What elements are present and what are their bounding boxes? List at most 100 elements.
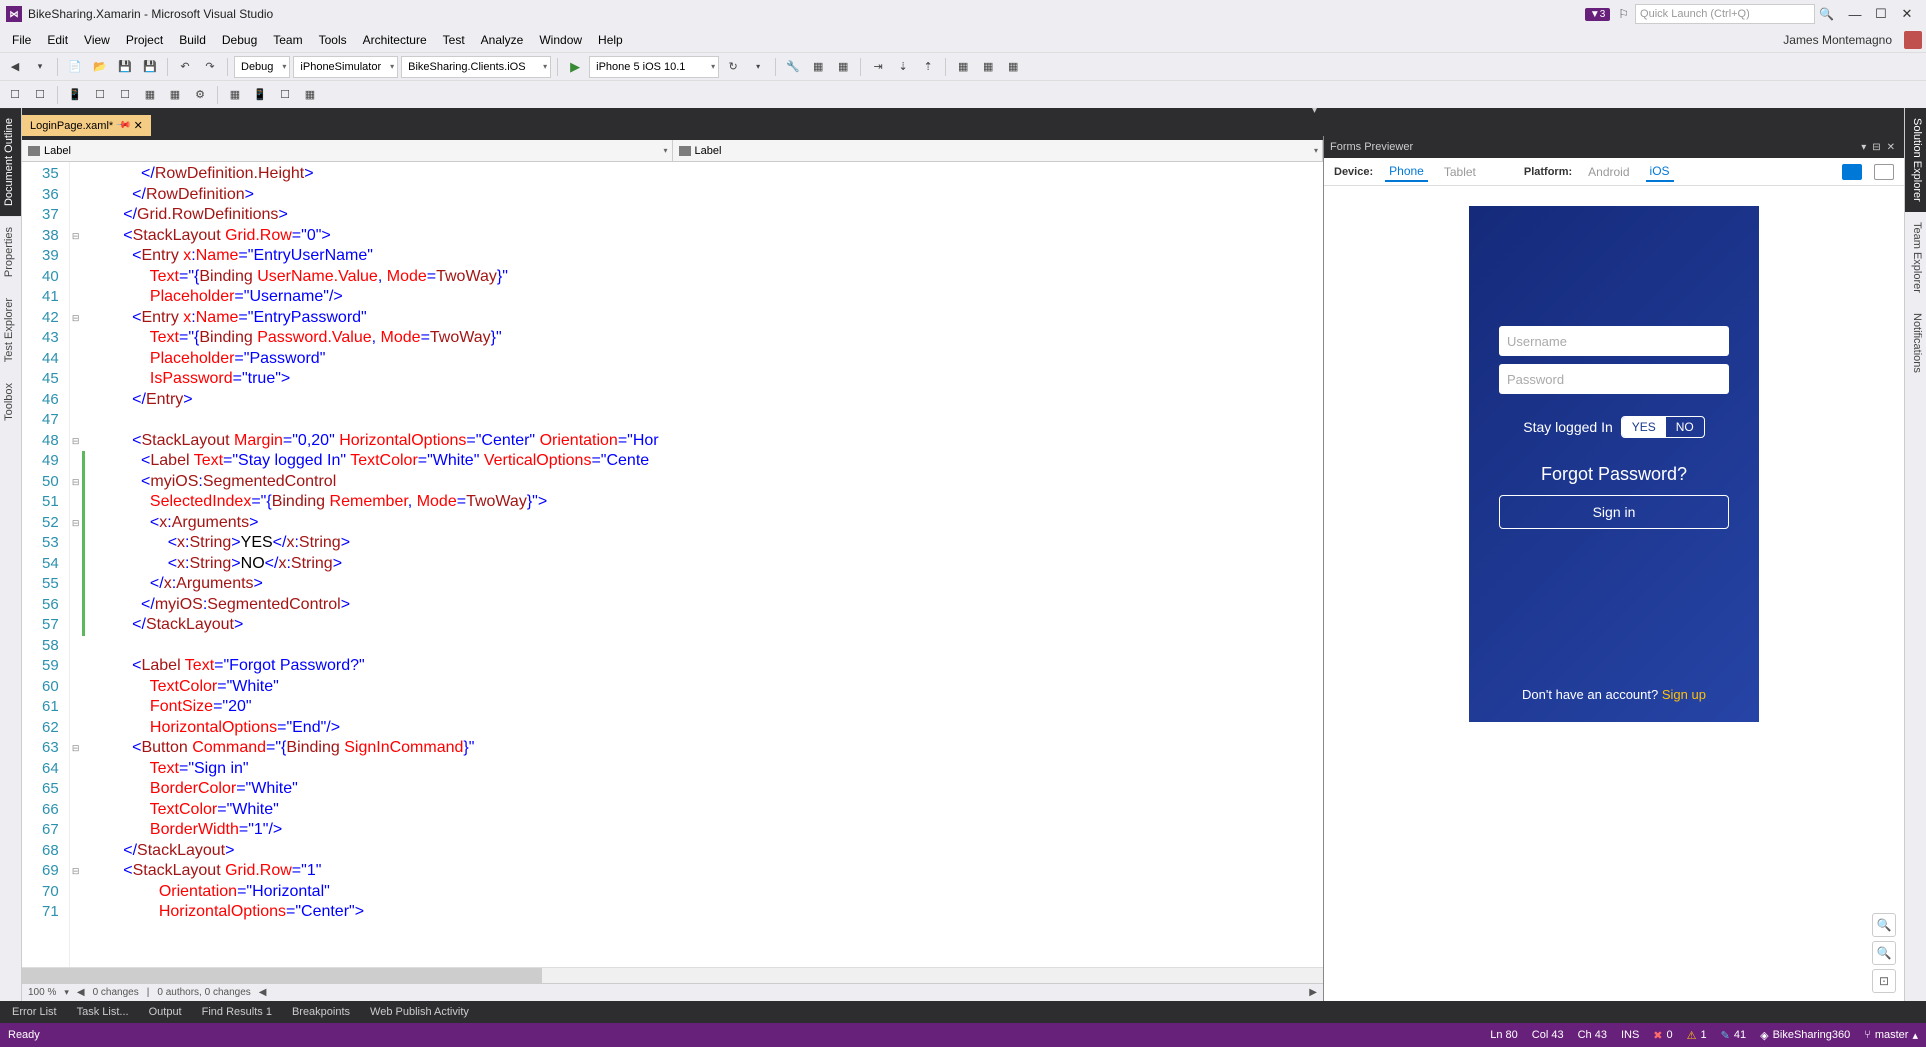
rail-test-explorer[interactable]: Test Explorer <box>0 288 21 372</box>
editor-scope-dropdown[interactable]: Label <box>22 140 673 161</box>
menu-team[interactable]: Team <box>265 30 310 50</box>
tb2-10[interactable]: 📱 <box>249 84 271 106</box>
config-dropdown[interactable]: Debug <box>234 56 290 78</box>
segmented-control[interactable]: YES NO <box>1621 416 1705 438</box>
step-button[interactable]: ⇥ <box>867 56 889 78</box>
menu-architecture[interactable]: Architecture <box>355 30 435 50</box>
tb2-5[interactable]: ☐ <box>114 84 136 106</box>
open-button[interactable]: 📂 <box>89 56 111 78</box>
menu-analyze[interactable]: Analyze <box>473 30 532 50</box>
user-avatar-icon[interactable] <box>1904 31 1922 49</box>
bottom-tab-error-list[interactable]: Error List <box>4 1003 65 1021</box>
device-phone-option[interactable]: Phone <box>1385 162 1428 182</box>
zoom-out-button[interactable]: 🔍 <box>1872 941 1896 965</box>
code-editor[interactable]: 3536373839404142434445464748495051525354… <box>22 162 1323 967</box>
codelens-changes[interactable]: 0 changes <box>93 987 139 998</box>
menu-window[interactable]: Window <box>531 30 590 50</box>
target-dropdown[interactable]: iPhone 5 iOS 10.1 <box>589 56 719 78</box>
platform-android-option[interactable]: Android <box>1584 163 1633 181</box>
maximize-button[interactable]: ☐ <box>1868 6 1894 22</box>
toolbar-btn-2[interactable]: ▦ <box>832 56 854 78</box>
toolbar-btn-3[interactable]: ▦ <box>952 56 974 78</box>
bottom-tab-task-list-[interactable]: Task List... <box>69 1003 137 1021</box>
tb2-9[interactable]: ▦ <box>224 84 246 106</box>
menu-debug[interactable]: Debug <box>214 30 265 50</box>
menu-test[interactable]: Test <box>435 30 473 50</box>
step-over-button[interactable]: ⇣ <box>892 56 914 78</box>
tb2-6[interactable]: ▦ <box>139 84 161 106</box>
undo-button[interactable]: ↶ <box>174 56 196 78</box>
notification-badge[interactable]: ▼3 <box>1585 8 1610 21</box>
platform-ios-option[interactable]: iOS <box>1646 162 1674 182</box>
menu-project[interactable]: Project <box>118 30 171 50</box>
status-branch[interactable]: ⑂ master ▴ <box>1864 1029 1918 1042</box>
feedback-icon[interactable]: ⚐ <box>1618 7 1629 21</box>
save-all-button[interactable]: 💾 <box>139 56 161 78</box>
rail-properties[interactable]: Properties <box>0 217 21 287</box>
tab-close-icon[interactable]: ✕ <box>134 119 143 132</box>
signin-button[interactable]: Sign in <box>1499 495 1729 529</box>
tb2-8[interactable]: ⚙ <box>189 84 211 106</box>
status-errors[interactable]: ✖ 0 <box>1653 1029 1672 1042</box>
rail-notifications[interactable]: Notifications <box>1905 303 1926 383</box>
status-project[interactable]: ◈ BikeSharing360 <box>1760 1029 1850 1042</box>
codelens-authors[interactable]: 0 authors, 0 changes <box>157 987 250 998</box>
orientation-landscape-button[interactable] <box>1874 164 1894 180</box>
user-name[interactable]: James Montemagno <box>1775 30 1900 50</box>
previewer-menu-icon[interactable]: ▾ <box>1858 142 1869 153</box>
document-tab-loginpage[interactable]: LoginPage.xaml* 📌 ✕ <box>22 115 151 136</box>
signup-link[interactable]: Sign up <box>1662 687 1706 702</box>
nav-forward-button[interactable]: ▾ <box>29 56 51 78</box>
tb2-2[interactable]: ☐ <box>29 84 51 106</box>
menu-tools[interactable]: Tools <box>311 30 355 50</box>
pin-icon[interactable]: 📌 <box>115 117 132 134</box>
toolbar-btn-5[interactable]: ▦ <box>1002 56 1024 78</box>
bottom-tab-breakpoints[interactable]: Breakpoints <box>284 1003 358 1021</box>
new-project-button[interactable]: 📄 <box>64 56 86 78</box>
username-input[interactable] <box>1499 326 1729 356</box>
rail-document-outline[interactable]: Document Outline <box>0 108 21 216</box>
tb2-3[interactable]: 📱 <box>64 84 86 106</box>
toolbar-dropdown[interactable]: ▾ <box>747 56 769 78</box>
menu-edit[interactable]: Edit <box>39 30 76 50</box>
zoom-in-button[interactable]: 🔍 <box>1872 913 1896 937</box>
menu-help[interactable]: Help <box>590 30 631 50</box>
menu-file[interactable]: File <box>4 30 39 50</box>
bottom-tab-web-publish-activity[interactable]: Web Publish Activity <box>362 1003 477 1021</box>
menu-build[interactable]: Build <box>171 30 214 50</box>
seg-no[interactable]: NO <box>1666 417 1704 437</box>
tb2-1[interactable]: ☐ <box>4 84 26 106</box>
rail-team-explorer[interactable]: Team Explorer <box>1905 212 1926 303</box>
menu-view[interactable]: View <box>76 30 118 50</box>
toolbar-btn-4[interactable]: ▦ <box>977 56 999 78</box>
rail-toolbox[interactable]: Toolbox <box>0 373 21 431</box>
bottom-tab-output[interactable]: Output <box>141 1003 190 1021</box>
password-input[interactable] <box>1499 364 1729 394</box>
project-dropdown[interactable]: BikeSharing.Clients.iOS <box>401 56 551 78</box>
device-tablet-option[interactable]: Tablet <box>1440 163 1480 181</box>
status-messages[interactable]: ✎ 41 <box>1721 1029 1746 1042</box>
start-button[interactable]: ▶ <box>564 56 586 78</box>
seg-yes[interactable]: YES <box>1622 417 1666 437</box>
orientation-portrait-button[interactable] <box>1842 164 1862 180</box>
toolbar-btn-1[interactable]: ▦ <box>807 56 829 78</box>
previewer-close-icon[interactable]: ✕ <box>1884 142 1898 153</box>
status-warnings[interactable]: ⚠ 1 <box>1687 1029 1707 1042</box>
zoom-fit-button[interactable]: ⊡ <box>1872 969 1896 993</box>
quick-launch-input[interactable]: Quick Launch (Ctrl+Q) <box>1635 4 1815 24</box>
platform-dropdown[interactable]: iPhoneSimulator <box>293 56 398 78</box>
horizontal-scrollbar[interactable] <box>22 967 1323 983</box>
tb2-4[interactable]: ☐ <box>89 84 111 106</box>
toolbox-button[interactable]: 🔧 <box>782 56 804 78</box>
nav-back-button[interactable]: ◀ <box>4 56 26 78</box>
search-icon[interactable]: 🔍 <box>1819 7 1834 21</box>
editor-member-dropdown[interactable]: Label <box>673 140 1324 161</box>
zoom-level[interactable]: 100 % <box>28 987 56 998</box>
close-button[interactable]: ✕ <box>1894 6 1920 22</box>
tb2-12[interactable]: ▦ <box>299 84 321 106</box>
step-out-button[interactable]: ⇡ <box>917 56 939 78</box>
forgot-password-link[interactable]: Forgot Password? <box>1499 464 1729 485</box>
bottom-tab-find-results-[interactable]: Find Results 1 <box>194 1003 280 1021</box>
save-button[interactable]: 💾 <box>114 56 136 78</box>
previewer-pin-icon[interactable]: ⊟ <box>1869 142 1883 153</box>
